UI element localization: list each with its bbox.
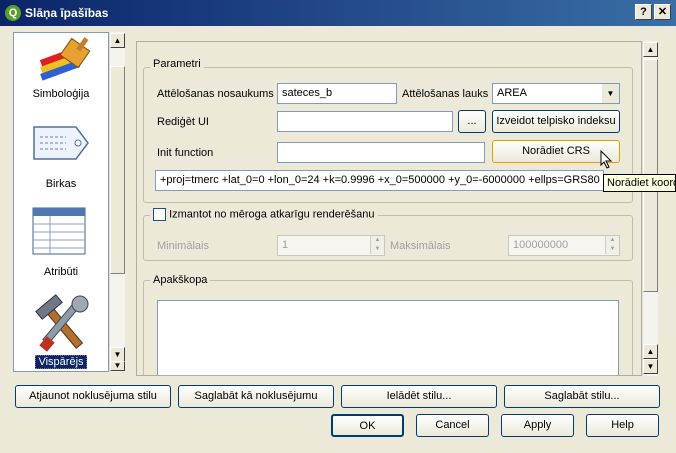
display-field-select[interactable]: AREA ▼ <box>492 83 620 104</box>
display-field-value: AREA <box>497 87 527 99</box>
ok-button[interactable]: OK <box>331 414 404 437</box>
scroll-down-icon[interactable]: ▼ <box>110 347 125 362</box>
sidebar-item-general[interactable]: Vispārējs <box>14 288 108 371</box>
scale-checkbox[interactable] <box>153 208 166 221</box>
sidebar: Simboloģija Birkas Atribūti Vispārējs <box>13 32 109 372</box>
sidebar-item-label: Birkas <box>45 178 77 190</box>
scroll-up-icon[interactable]: ▲ <box>110 33 125 48</box>
edit-ui-input[interactable] <box>277 111 453 132</box>
params-group-title: Parametri <box>150 58 204 70</box>
min-scale-value: 1 <box>282 239 289 251</box>
sidebar-item-labels[interactable]: Birkas <box>14 118 108 198</box>
tag-icon <box>33 126 89 160</box>
tools-icon <box>35 294 89 352</box>
table-icon <box>32 207 86 255</box>
crs-string-field: +proj=tmerc +lat_0=0 +lon_0=24 +k=0.9996… <box>155 170 604 191</box>
close-title-button[interactable]: ✕ <box>654 4 671 20</box>
spin-up-icon[interactable]: ▲ <box>370 236 384 245</box>
max-scale-label: Maksimālais <box>390 240 451 252</box>
scroll-up-icon[interactable]: ▲ <box>643 42 658 57</box>
spin-down-icon[interactable]: ▼ <box>605 245 619 254</box>
max-scale-spinbox[interactable]: 100000000 ▲ ▼ <box>508 235 620 256</box>
restore-default-style-button[interactable]: Atjaunot noklusējuma stilu <box>15 385 171 408</box>
help-button[interactable]: Help <box>586 414 659 437</box>
general-panel: Parametri Attēlošanas nosaukums sateces_… <box>136 41 642 376</box>
init-function-input[interactable] <box>277 142 485 163</box>
display-field-label: Attēlošanas lauks <box>402 88 489 100</box>
scroll-down-icon[interactable]: ▼ <box>643 359 658 374</box>
chevron-down-icon[interactable]: ▼ <box>602 84 619 103</box>
cancel-button[interactable]: Cancel <box>416 414 489 437</box>
browse-button[interactable]: ... <box>458 110 486 133</box>
title-bar: Q Slāņa īpašības ? ✕ <box>0 0 676 26</box>
max-scale-value: 100000000 <box>513 239 569 251</box>
sidebar-item-label: Atribūti <box>43 266 79 278</box>
panel-scrollbar[interactable]: ▲ ▲ ▼ <box>642 41 658 376</box>
display-name-input[interactable]: sateces_b <box>277 83 397 104</box>
window-title: Slāņa īpašības <box>25 6 109 20</box>
sidebar-item-symbology[interactable]: Simboloģija <box>14 33 108 113</box>
edit-ui-label: Rediģēt UI <box>157 116 209 128</box>
help-title-button[interactable]: ? <box>635 4 652 20</box>
scroll-down-icon[interactable]: ▼ <box>110 361 125 371</box>
subset-group-title: Apakškopa <box>150 274 211 286</box>
sidebar-item-label: Vispārējs <box>35 355 87 369</box>
sidebar-item-label: Simboloģija <box>32 88 90 100</box>
scroll-up-icon[interactable]: ▲ <box>643 344 658 359</box>
scroll-thumb[interactable] <box>110 66 125 274</box>
spin-down-icon[interactable]: ▼ <box>370 245 384 254</box>
load-style-button[interactable]: Ielādēt stilu... <box>341 385 497 408</box>
min-scale-label: Minimālais <box>157 240 209 252</box>
subset-text-area[interactable] <box>157 300 619 375</box>
display-name-label: Attēlošanas nosaukums <box>157 88 274 100</box>
paintbrush-icon <box>39 37 91 81</box>
save-as-default-button[interactable]: Saglabāt kā noklusējumu <box>178 385 334 408</box>
crs-tooltip: Norādiet koordinātu atskaites sistēmu <box>603 174 676 192</box>
init-function-label: Init function <box>157 147 214 159</box>
apply-button[interactable]: Apply <box>501 414 574 437</box>
mouse-cursor-icon <box>600 150 613 169</box>
qgis-logo-icon: Q <box>5 5 21 21</box>
sidebar-item-attributes[interactable]: Atribūti <box>14 203 108 283</box>
min-scale-spinbox[interactable]: 1 ▲ ▼ <box>277 235 385 256</box>
spin-up-icon[interactable]: ▲ <box>605 236 619 245</box>
scale-group-title: Izmantot no mēroga atkarīgu renderēšanu <box>150 208 378 221</box>
create-spatial-index-button[interactable]: Izveidot telpisko indeksu <box>492 110 620 133</box>
save-style-button[interactable]: Saglabāt stilu... <box>504 385 660 408</box>
scale-checkbox-label: Izmantot no mēroga atkarīgu renderēšanu <box>169 208 375 221</box>
sidebar-scrollbar[interactable]: ▲ ▼ ▼ <box>109 32 125 372</box>
